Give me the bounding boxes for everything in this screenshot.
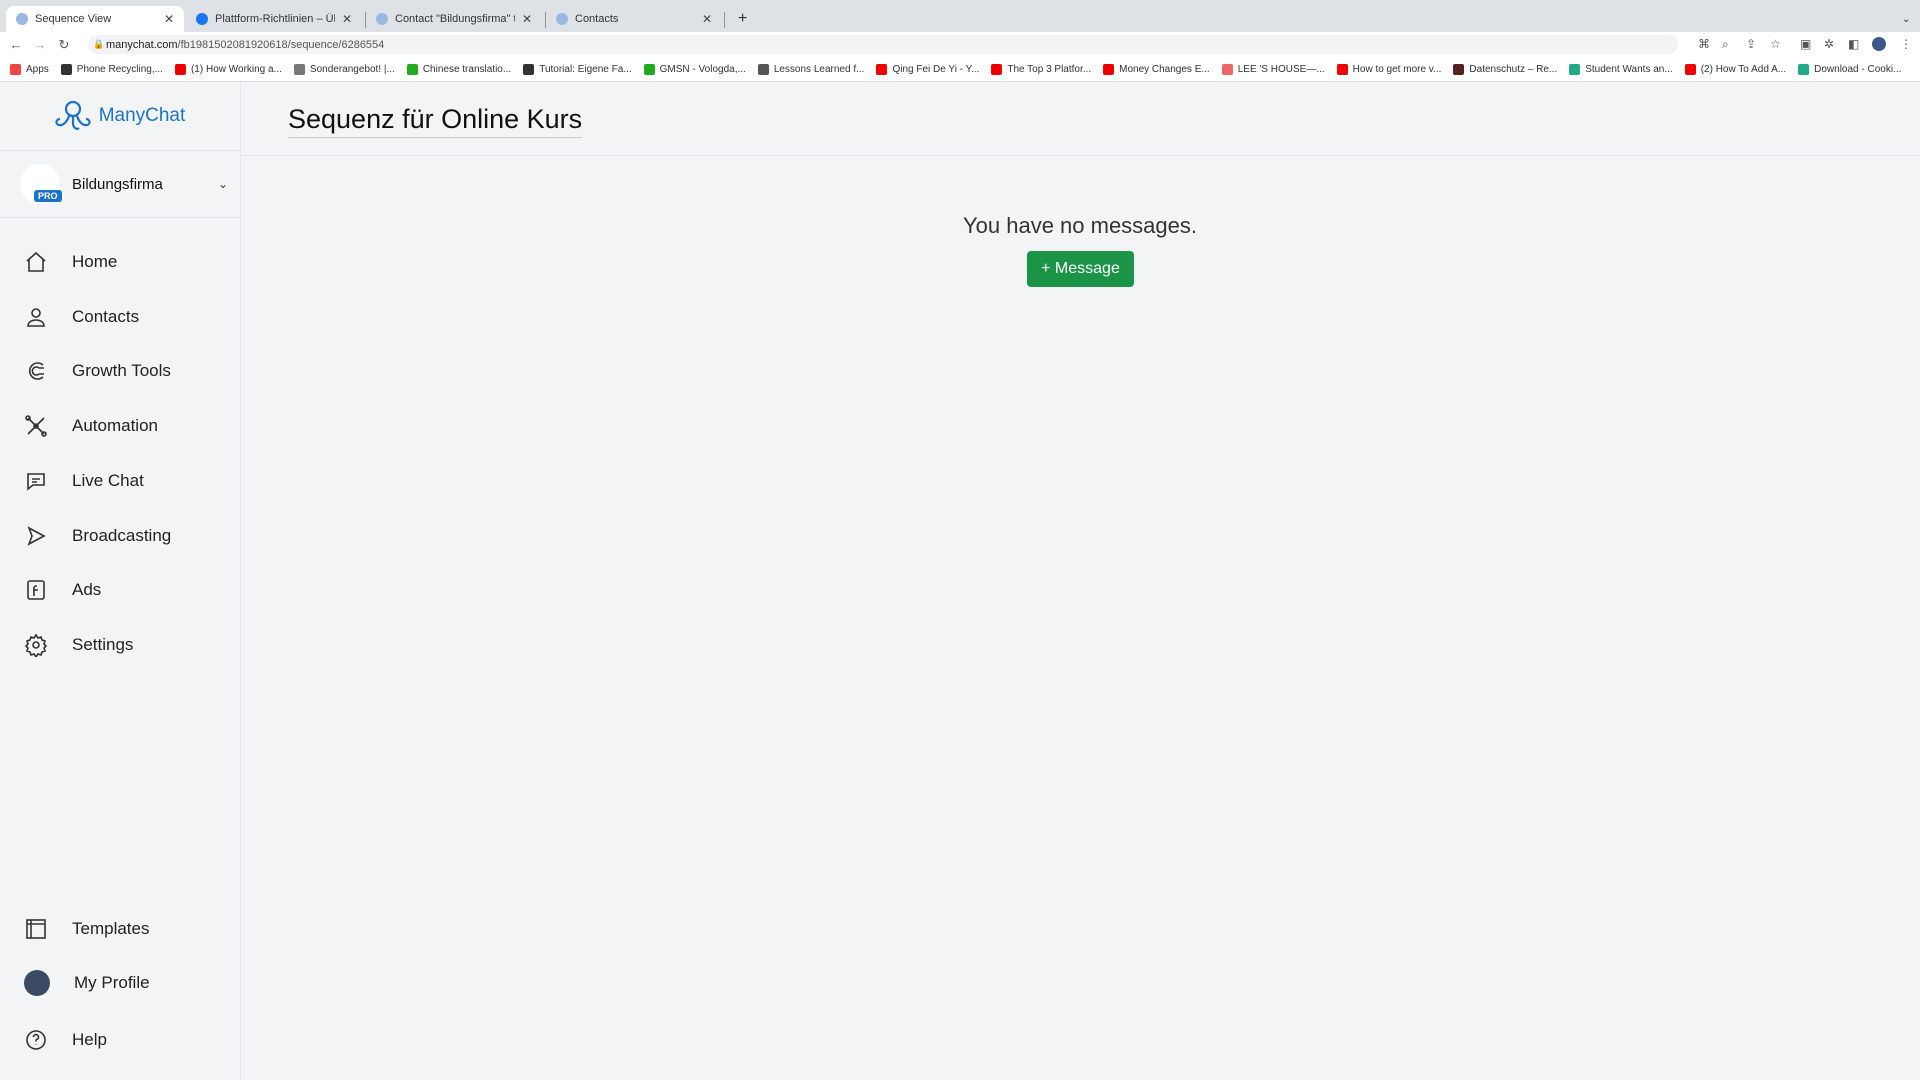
tab-sequence-view[interactable]: Sequence View ✕: [6, 6, 184, 32]
sidebar-item-live-chat[interactable]: Live Chat: [0, 458, 240, 504]
lock-icon: 🔒: [93, 39, 105, 49]
sidebar-item-templates[interactable]: Templates: [0, 906, 240, 952]
bookmark-favicon-icon: [757, 63, 769, 75]
automation-icon: [25, 415, 47, 437]
extension-icon[interactable]: ▣: [1800, 37, 1811, 51]
bookmark-favicon-icon: [10, 63, 21, 75]
bookmark-star-icon[interactable]: ☆: [1770, 37, 1781, 51]
bookmarks-bar: Apps Phone Recycling,... (1) How Working a…: [0, 57, 1920, 82]
bookmark-item[interactable]: (1) How Working a...: [174, 63, 282, 75]
bookmark-item[interactable]: Apps: [10, 63, 49, 75]
manychat-favicon-icon: [16, 13, 28, 25]
tab-contacts[interactable]: Contacts ✕: [546, 6, 722, 32]
bookmark-favicon-icon: [1453, 63, 1465, 75]
sidebar-item-help[interactable]: Help: [0, 1017, 240, 1063]
bookmark-favicon-icon: [1221, 63, 1233, 75]
tab-divider: [724, 12, 725, 28]
manychat-favicon-icon: [556, 13, 568, 25]
pro-badge: PRO: [34, 190, 62, 202]
manychat-favicon-icon: [376, 13, 388, 25]
tab-contact[interactable]: Contact "Bildungsfirma" through✕: [366, 6, 542, 32]
address-bar-row: ← → ↻ 🔒 manychat.com/fb1981502081920618/s…: [0, 32, 1920, 57]
tab-plattform[interactable]: Plattform-Richtlinien – Übersicht✕: [186, 6, 362, 32]
bookmark-item[interactable]: Money Changes E...: [1103, 63, 1210, 75]
bookmark-favicon-icon: [991, 63, 1003, 75]
add-message-button[interactable]: + Message: [1027, 251, 1134, 287]
reload-icon[interactable]: ↻: [52, 37, 76, 53]
account-switcher[interactable]: PRO Bildungsfirma ⌄: [0, 151, 240, 218]
close-tab-icon[interactable]: ✕: [522, 12, 532, 26]
user-icon: [27, 307, 45, 327]
templates-icon: [26, 919, 46, 939]
puzzle-icon[interactable]: ✲: [1824, 37, 1834, 51]
bookmark-item[interactable]: The Top 3 Platfor...: [991, 63, 1091, 75]
sidebar-item-settings[interactable]: Settings: [0, 622, 240, 668]
tab-search-chevron-icon[interactable]: ⌄: [1892, 6, 1920, 32]
bookmark-item[interactable]: Sonderangebot! |...: [293, 63, 395, 75]
bookmark-item[interactable]: How to get more v...: [1336, 63, 1441, 75]
empty-state-text: You have no messages.: [962, 213, 1198, 238]
bookmark-favicon-icon: [1569, 63, 1581, 75]
magnet-icon: [28, 362, 44, 381]
avatar: [24, 970, 50, 996]
bookmark-favicon-icon: [1336, 63, 1348, 75]
page-header: Sequenz für Online Kurs: [241, 82, 1920, 156]
sidebar-item-my-profile[interactable]: My Profile: [0, 960, 240, 1006]
share-icon[interactable]: ⇪: [1746, 37, 1756, 51]
bookmark-item[interactable]: Chinese translatio...: [406, 63, 511, 75]
account-avatar: PRO: [20, 164, 62, 204]
ads-icon: [27, 580, 45, 600]
chat-icon: [27, 472, 45, 491]
new-tab-button[interactable]: +: [728, 6, 757, 32]
manychat-logo[interactable]: ManyChat: [0, 82, 240, 151]
bookmark-item[interactable]: Lessons Learned f...: [757, 63, 864, 75]
sidepanel-icon[interactable]: ◧: [1848, 37, 1859, 51]
bookmark-favicon-icon: [1684, 63, 1696, 75]
close-tab-icon[interactable]: ✕: [342, 12, 352, 26]
zoom-icon[interactable]: ⌕: [1722, 37, 1729, 52]
menu-icon[interactable]: ⋮: [1900, 37, 1912, 51]
page-title[interactable]: Sequenz für Online Kurs: [288, 104, 583, 138]
sidebar-item-home[interactable]: Home: [0, 239, 240, 285]
bookmark-favicon-icon: [523, 63, 535, 75]
close-tab-icon[interactable]: ✕: [702, 12, 712, 26]
bookmark-favicon-icon: [406, 63, 418, 75]
url-input[interactable]: 🔒 manychat.com/fb1981502081920618/sequenc…: [88, 35, 1678, 54]
bookmark-item[interactable]: GMSN - Vologda,...: [643, 63, 746, 75]
bookmark-item[interactable]: Datenschutz – Re...: [1453, 63, 1557, 75]
bookmark-item[interactable]: Phone Recycling,...: [60, 63, 163, 75]
bookmark-favicon-icon: [1103, 63, 1115, 75]
translate-icon[interactable]: ⌘: [1698, 37, 1710, 51]
bookmark-favicon-icon: [293, 63, 305, 75]
bookmark-favicon-icon: [60, 63, 72, 75]
bookmark-item[interactable]: Download - Cooki...: [1798, 63, 1901, 75]
help-icon: [26, 1030, 46, 1050]
bookmark-favicon-icon: [643, 63, 655, 75]
bookmark-item[interactable]: Student Wants an...: [1569, 63, 1673, 75]
bookmark-item[interactable]: LEE 'S HOUSE—...: [1221, 63, 1325, 75]
bookmark-favicon-icon: [174, 63, 186, 75]
send-icon: [27, 525, 46, 546]
sidebar-item-broadcasting[interactable]: Broadcasting: [0, 513, 240, 559]
close-tab-icon[interactable]: ✕: [164, 12, 174, 26]
back-icon[interactable]: ←: [4, 37, 28, 52]
home-icon: [26, 251, 46, 272]
sidebar-item-ads[interactable]: Ads: [0, 567, 240, 613]
gear-icon: [24, 633, 48, 657]
bookmark-favicon-icon: [1798, 63, 1810, 75]
forward-icon[interactable]: →: [28, 37, 52, 52]
bookmark-item[interactable]: Tutorial: Eigene Fa...: [523, 63, 632, 75]
bookmark-favicon-icon: [876, 63, 888, 75]
facebook-favicon-icon: [196, 13, 208, 25]
bookmark-item[interactable]: Qing Fei De Yi - Y...: [876, 63, 979, 75]
octopus-logo-icon: [55, 100, 91, 130]
sidebar-item-contacts[interactable]: Contacts: [0, 294, 240, 340]
sidebar-item-growth-tools[interactable]: Growth Tools: [0, 348, 240, 394]
chevron-down-icon: ⌄: [217, 177, 228, 191]
sidebar-item-automation[interactable]: Automation: [0, 403, 240, 449]
bookmark-item[interactable]: (2) How To Add A...: [1684, 63, 1786, 75]
tab-bar: Sequence View ✕ Plattform-Richtlinien – Ü…: [0, 0, 1920, 32]
profile-avatar[interactable]: [1872, 37, 1886, 51]
